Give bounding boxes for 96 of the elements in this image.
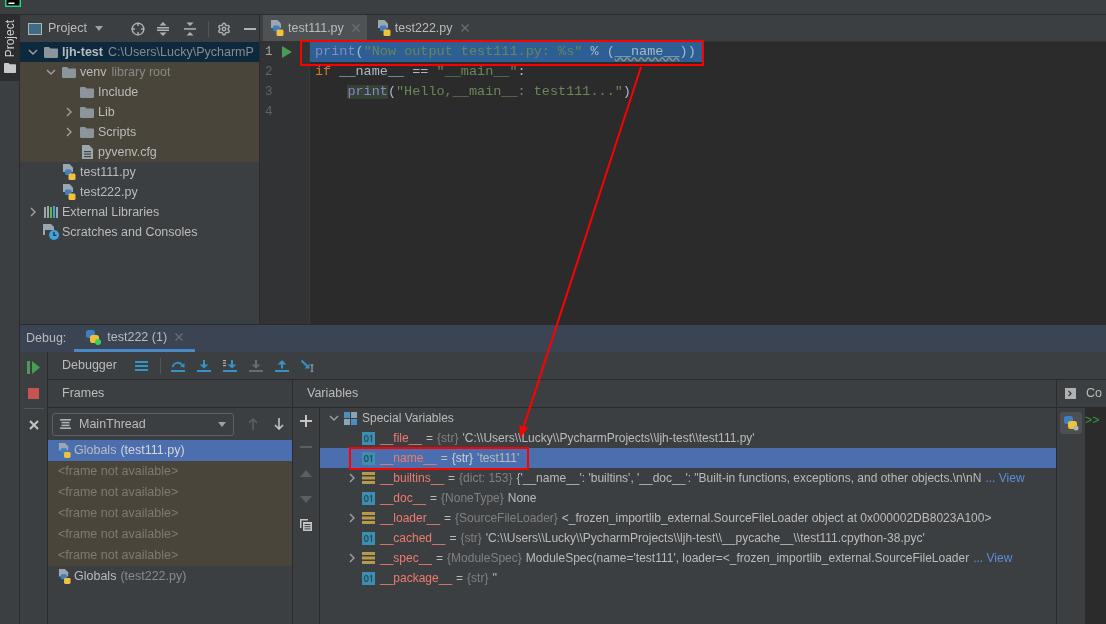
chevron-down-icon[interactable] (329, 415, 339, 421)
library-bars-icon (43, 206, 59, 218)
chevron-right-icon[interactable] (66, 127, 72, 137)
resume-icon[interactable] (27, 361, 40, 374)
line-number: 1 (265, 45, 274, 59)
window-icon (28, 22, 42, 35)
debug-session-tab[interactable]: test222 (1) (74, 325, 196, 352)
copy-icon[interactable] (300, 519, 312, 531)
folder-icon (80, 106, 94, 118)
editor-tab[interactable]: test111.py (263, 15, 367, 41)
session-icon (86, 329, 102, 345)
caret-icon (94, 26, 103, 31)
frame-item[interactable]: Globals (test222.py) (48, 566, 292, 587)
tree-item[interactable]: Include (20, 82, 259, 102)
tree-item[interactable]: Scratches and Consoles (20, 222, 259, 242)
variable-row[interactable]: __name__ = {str} 'test111' (320, 448, 1056, 468)
tree-item[interactable]: ljh-test C:\Users\Lucky\PycharmP (20, 42, 259, 62)
file-icon (62, 164, 76, 180)
lines-icon[interactable] (134, 360, 148, 371)
editor-tab[interactable]: test222.py (369, 15, 476, 41)
file-icon (58, 569, 71, 584)
collapse-all-icon[interactable] (183, 21, 196, 36)
value-icon (362, 491, 375, 505)
step-into-my-code-icon[interactable] (222, 359, 237, 372)
file-icon (270, 20, 284, 36)
tree-item[interactable]: test222.py (20, 182, 259, 202)
tree-item[interactable]: Lib (20, 102, 259, 122)
debugger-tab[interactable]: Debugger (62, 359, 117, 372)
run-icon[interactable] (282, 46, 292, 58)
variable-row[interactable]: __file__ = {str} 'C:\\Users\\Lucky\\PycharmProjects\\ljh-test\\test111.py' (320, 428, 1056, 448)
variable-row[interactable]: __loader__ = {SourceFileLoader} <_frozen_importlib_external.SourceFileLoader object at 0x000002DB8023A100> (320, 508, 1056, 528)
file-icon (62, 184, 76, 200)
code-line: if __name__ == "__main__": (314, 63, 527, 82)
folder-icon (80, 126, 94, 138)
variable-row[interactable]: __builtins__ = {dict: 153} {'__name__': 'builtins', '__doc__': "Built-in functions, exceptions, and other objects.\n\nN ... View (320, 468, 1056, 488)
chevron-down-icon[interactable] (28, 49, 38, 55)
variable-row[interactable]: __package__ = {str} '' (320, 568, 1056, 588)
view-link[interactable]: ... View (985, 472, 1025, 484)
expand-all-icon[interactable] (156, 21, 169, 36)
step-over-icon[interactable] (170, 359, 185, 372)
value-icon (362, 531, 375, 545)
text-file-icon (81, 145, 93, 159)
caret-icon (218, 421, 226, 427)
value-icon (362, 571, 375, 585)
list-icon (60, 419, 71, 429)
project-tab[interactable]: Project (0, 15, 19, 82)
tree-item[interactable]: venv library root (20, 62, 259, 82)
crosshair-icon[interactable] (130, 21, 145, 36)
chevron-right-icon[interactable] (349, 473, 355, 483)
panel-title: Debug: (26, 332, 67, 345)
arrow-down-icon[interactable] (274, 418, 284, 430)
variable-row[interactable]: Special Variables (320, 408, 1056, 428)
console-prompt: >> (1085, 414, 1100, 428)
run-to-cursor-icon[interactable] (300, 359, 315, 372)
code-line: print("Hello,__main__: test111...") (346, 83, 632, 102)
frame-item[interactable]: Globals (test111.py) (48, 440, 292, 461)
value-icon (362, 431, 375, 445)
file-icon (376, 20, 391, 36)
view-selector[interactable]: Project (28, 17, 103, 40)
variable-row[interactable]: __spec__ = {ModuleSpec} ModuleSpec(name='test111', loader=<_frozen_importlib_external.SourceFileLoader ... View (320, 548, 1056, 568)
tree-item[interactable]: Scripts (20, 122, 259, 142)
step-out-icon[interactable] (274, 359, 289, 372)
variable-row[interactable]: __cached__ = {str} 'C:\\Users\\Lucky\\PycharmProjects\\ljh-test\\__pycache__\\test111.cpython-38.pyc' (320, 528, 1056, 548)
console-icon (1065, 388, 1076, 399)
file-icon (58, 443, 71, 458)
pane-title: Co (1086, 387, 1102, 400)
chevron-right-icon[interactable] (66, 107, 72, 117)
folder-icon (80, 86, 94, 98)
chevron-right-icon[interactable] (349, 513, 355, 523)
grid-icon (344, 411, 357, 425)
console-tool-icon[interactable] (1060, 412, 1082, 434)
chevron-down-icon[interactable] (46, 69, 56, 75)
app-logo-icon (5, 0, 21, 7)
stack-icon (362, 552, 375, 564)
pane-title: Frames (62, 387, 105, 400)
chevron-right-icon[interactable] (30, 207, 36, 217)
step-into-icon[interactable] (196, 359, 211, 372)
close-icon[interactable] (28, 420, 39, 430)
tree-item[interactable]: test111.py (20, 162, 259, 182)
variable-row[interactable]: __doc__ = {NoneType} None (320, 488, 1056, 508)
plus-icon[interactable] (300, 415, 312, 427)
settings-icon[interactable] (216, 21, 231, 36)
view-link[interactable]: ... View (973, 552, 1013, 564)
stack-icon (362, 512, 375, 524)
minimize-icon[interactable] (243, 27, 256, 30)
scratch-clock-icon (43, 224, 59, 240)
value-icon (362, 451, 375, 465)
chevron-right-icon[interactable] (349, 553, 355, 563)
stack-icon (362, 472, 375, 484)
tree-item[interactable]: External Libraries (20, 202, 259, 222)
folder-icon (3, 63, 16, 74)
pane-title: Variables (307, 387, 359, 400)
tree-item[interactable]: pyvenv.cfg (20, 142, 259, 162)
folder-icon (44, 46, 58, 58)
folder-icon (62, 66, 76, 78)
thread-dropdown[interactable]: MainThread (52, 412, 234, 436)
